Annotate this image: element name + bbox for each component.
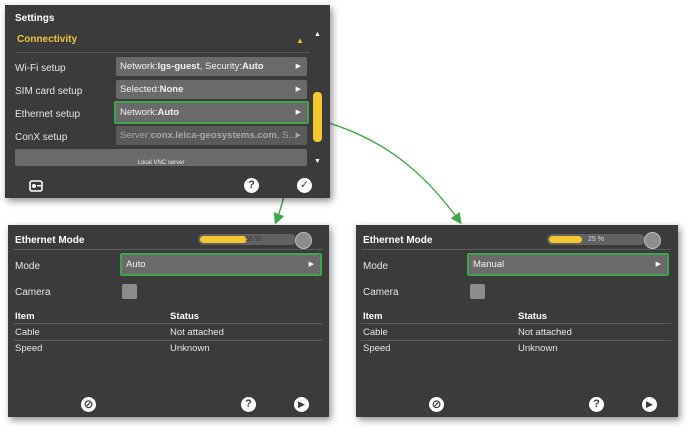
ethernet-mode-panel-auto: Ethernet Mode 50 % Mode Auto ▶ Camera It… — [8, 225, 329, 417]
scroll-up-icon[interactable]: ▲ — [314, 31, 321, 38]
section-divider — [15, 52, 310, 53]
settings-panel: Settings Connectivity ▲ ▲ ▼ Wi-Fi setup … — [5, 5, 330, 198]
conx-setup-label: ConX setup — [15, 132, 68, 143]
section-title-connectivity[interactable]: Connectivity — [17, 34, 77, 45]
mode-highlight — [120, 253, 322, 276]
scrollbar-thumb[interactable] — [313, 92, 322, 142]
ethernet-setup-label: Ethernet setup — [15, 109, 81, 120]
sim-selected-value: None — [159, 84, 184, 95]
camera-label: Camera — [363, 287, 399, 298]
progress-percent: 50 % — [245, 236, 261, 243]
camera-checkbox[interactable] — [470, 284, 485, 299]
vnc-button[interactable]: Local VNC server — [15, 149, 307, 166]
chevron-right-icon: ▶ — [295, 86, 301, 93]
scrollbar-track[interactable] — [313, 45, 322, 160]
table-header-status: Status — [518, 311, 548, 322]
wifi-security-value: Auto — [241, 61, 264, 72]
progress-bar: 25 % — [547, 234, 645, 245]
panel-title: Ethernet Mode — [363, 235, 433, 246]
arrow-to-manual-panel — [321, 120, 462, 225]
help-icon[interactable]: ? — [244, 178, 259, 193]
progress-percent: 25 % — [588, 236, 604, 243]
flag-icon[interactable] — [644, 232, 661, 249]
cancel-icon[interactable]: ⊘ — [429, 397, 444, 412]
table-divider — [13, 340, 323, 341]
table-header-item: Item — [15, 311, 35, 322]
table-divider — [361, 323, 671, 324]
table-row-speed-item: Speed — [15, 343, 43, 354]
wifi-network-key: Network: — [120, 61, 158, 72]
chevron-right-icon: ▶ — [295, 63, 301, 70]
mode-label: Mode — [363, 261, 389, 272]
conx-more: , S... — [276, 130, 297, 141]
sim-setup-label: SIM card setup — [15, 86, 83, 97]
table-row-speed-status: Unknown — [170, 343, 210, 354]
check-icon[interactable]: ✓ — [297, 178, 312, 193]
wifi-network-value: lgs-guest — [157, 61, 200, 72]
play-icon[interactable]: ▶ — [294, 397, 309, 412]
header-divider — [361, 249, 671, 250]
table-row-speed-status: Unknown — [518, 343, 558, 354]
home-icon[interactable] — [28, 179, 44, 193]
vnc-label: Local VNC server — [137, 160, 185, 166]
chevron-right-icon: ▶ — [295, 132, 301, 139]
flag-icon[interactable] — [295, 232, 312, 249]
wifi-setup-label: Wi-Fi setup — [15, 63, 66, 74]
mode-label: Mode — [15, 261, 41, 272]
table-row-speed-item: Speed — [363, 343, 391, 354]
conx-server-key: Server: — [120, 130, 151, 141]
table-row-cable-item: Cable — [363, 327, 388, 338]
cancel-icon[interactable]: ⊘ — [81, 397, 96, 412]
conx-setup-field[interactable]: Server:conx.leica-geosystems.com, S... ▶ — [116, 126, 307, 145]
ethernet-mode-panel-manual: Ethernet Mode 25 % Mode Manual ▶ Camera … — [356, 225, 678, 417]
table-divider — [13, 323, 323, 324]
mode-highlight — [467, 253, 669, 276]
scroll-down-icon[interactable]: ▼ — [314, 158, 321, 165]
help-icon[interactable]: ? — [241, 397, 256, 412]
progress-bar: 50 % — [198, 234, 296, 245]
play-icon[interactable]: ▶ — [642, 397, 657, 412]
conx-server-value: conx.leica-geosystems.com — [150, 130, 277, 141]
ethernet-highlight — [114, 101, 309, 124]
wifi-setup-field[interactable]: Network:lgs-guest, Security:Auto ▶ — [116, 57, 307, 76]
header-divider — [13, 249, 323, 250]
table-divider — [361, 340, 671, 341]
collapse-chevron-icon[interactable]: ▲ — [296, 36, 304, 45]
wifi-security-key: , Security: — [199, 61, 242, 72]
camera-label: Camera — [15, 287, 51, 298]
table-header-item: Item — [363, 311, 383, 322]
help-icon[interactable]: ? — [589, 397, 604, 412]
table-header-status: Status — [170, 311, 200, 322]
table-row-cable-status: Not attached — [518, 327, 572, 338]
panel-title: Ethernet Mode — [15, 235, 85, 246]
camera-checkbox[interactable] — [122, 284, 137, 299]
sim-setup-field[interactable]: Selected:None ▶ — [116, 80, 307, 99]
sim-selected-key: Selected: — [120, 84, 160, 95]
table-row-cable-status: Not attached — [170, 327, 224, 338]
table-row-cable-item: Cable — [15, 327, 40, 338]
page-title: Settings — [15, 13, 55, 24]
